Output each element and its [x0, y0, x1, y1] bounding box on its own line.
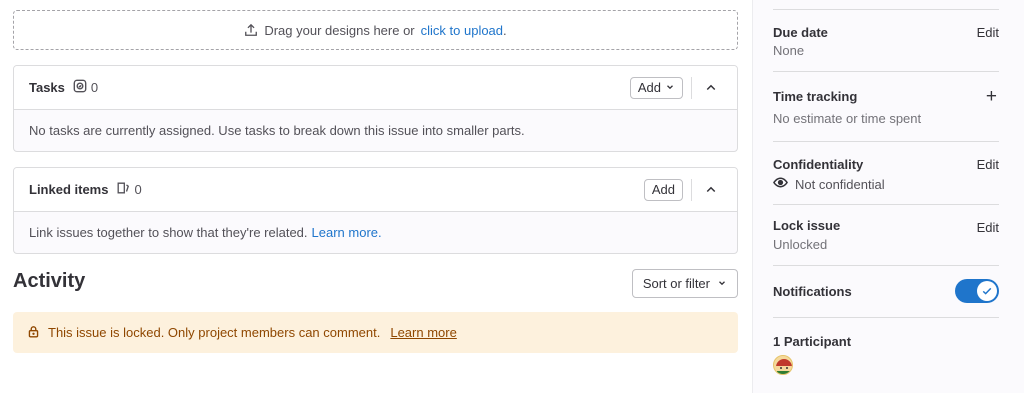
sidebar-divider	[773, 204, 999, 205]
linked-items-title: Linked items	[29, 182, 109, 197]
chevron-up-icon	[706, 186, 716, 192]
edit-due-date-button[interactable]: Edit	[977, 25, 999, 40]
add-task-button[interactable]: Add	[629, 76, 683, 99]
lock-icon	[27, 325, 40, 341]
collapse-linked-items-button[interactable]	[700, 179, 722, 201]
notifications-section: Notifications	[773, 279, 999, 305]
header-divider	[691, 76, 692, 99]
time-tracking-title: Time tracking	[773, 89, 858, 104]
participant-avatar[interactable]	[773, 355, 793, 375]
tasks-count: 0	[73, 79, 98, 96]
right-sidebar: Due date Edit None Time tracking + No es…	[752, 0, 1024, 393]
add-linked-item-label: Add	[651, 182, 675, 197]
chevron-down-icon	[665, 80, 675, 95]
linked-items-card: Linked items 0 Add Link issues together …	[13, 167, 738, 254]
lock-issue-title: Lock issue	[773, 218, 841, 233]
sidebar-divider	[773, 317, 999, 318]
locked-issue-alert: This issue is locked. Only project membe…	[13, 312, 738, 353]
tasks-card: Tasks 0 Add No tasks are currently assig…	[13, 65, 738, 152]
linked-items-count: 0	[116, 181, 142, 198]
add-time-tracking-button[interactable]: +	[986, 86, 997, 108]
activity-heading: Activity	[13, 270, 86, 292]
check-icon	[982, 287, 992, 295]
time-tracking-value: No estimate or time spent	[773, 111, 922, 126]
chevron-up-icon	[706, 84, 716, 90]
sidebar-divider	[773, 141, 999, 142]
sort-or-filter-label: Sort or filter	[642, 276, 710, 291]
tasks-card-header: Tasks 0 Add	[14, 66, 737, 110]
add-task-label: Add	[637, 80, 661, 95]
sidebar-divider	[773, 71, 999, 72]
design-upload-dropzone[interactable]: Drag your designs here or click to uploa…	[13, 10, 738, 50]
edit-confidentiality-button[interactable]: Edit	[977, 157, 999, 172]
notifications-title: Notifications	[773, 284, 852, 299]
notifications-toggle[interactable]	[955, 279, 999, 303]
upload-icon	[244, 23, 258, 37]
locked-alert-learn-more-link[interactable]: Learn more	[390, 325, 456, 340]
tasks-icon	[73, 79, 87, 96]
upload-text: Drag your designs here or	[264, 22, 415, 38]
upload-suffix: .	[503, 22, 507, 38]
click-to-upload-link[interactable]: click to upload	[421, 23, 503, 38]
confidentiality-value-text: Not confidential	[795, 176, 885, 192]
due-date-title: Due date	[773, 25, 828, 40]
chevron-down-icon	[717, 276, 727, 291]
header-divider	[691, 178, 692, 201]
tasks-title: Tasks	[29, 80, 65, 95]
due-date-section: Due date Edit None	[773, 25, 999, 61]
linked-items-empty-state: Link issues together to show that they'r…	[14, 212, 737, 253]
sidebar-divider	[773, 9, 999, 10]
linked-items-empty-text: Link issues together to show that they'r…	[29, 225, 308, 240]
linked-items-count-value: 0	[134, 182, 142, 197]
confidentiality-title: Confidentiality	[773, 157, 864, 172]
linked-items-card-header: Linked items 0 Add	[14, 168, 737, 212]
lock-issue-value: Unlocked	[773, 237, 828, 252]
edit-lock-issue-button[interactable]: Edit	[977, 220, 999, 235]
tasks-empty-state: No tasks are currently assigned. Use tas…	[14, 110, 737, 151]
add-linked-item-button[interactable]: Add	[643, 178, 683, 201]
time-tracking-section: Time tracking + No estimate or time spen…	[773, 86, 999, 126]
confidentiality-value: Not confidential	[773, 175, 885, 193]
linked-items-icon	[116, 181, 130, 198]
sort-or-filter-button[interactable]: Sort or filter	[631, 269, 738, 298]
confidentiality-section: Confidentiality Edit Not confidential	[773, 157, 999, 193]
lock-issue-section: Lock issue Edit Unlocked	[773, 218, 999, 254]
collapse-tasks-button[interactable]	[700, 77, 722, 99]
locked-alert-text: This issue is locked. Only project membe…	[48, 325, 381, 340]
participants-title: 1 Participant	[773, 334, 852, 349]
tasks-empty-text: No tasks are currently assigned. Use tas…	[29, 123, 525, 138]
toggle-knob	[977, 281, 997, 301]
tasks-count-value: 0	[90, 80, 99, 95]
participants-section: 1 Participant	[773, 334, 999, 378]
sidebar-divider	[773, 265, 999, 266]
linked-items-learn-more-link[interactable]: Learn more.	[312, 225, 382, 240]
due-date-value: None	[773, 43, 805, 58]
eye-icon	[773, 175, 788, 193]
